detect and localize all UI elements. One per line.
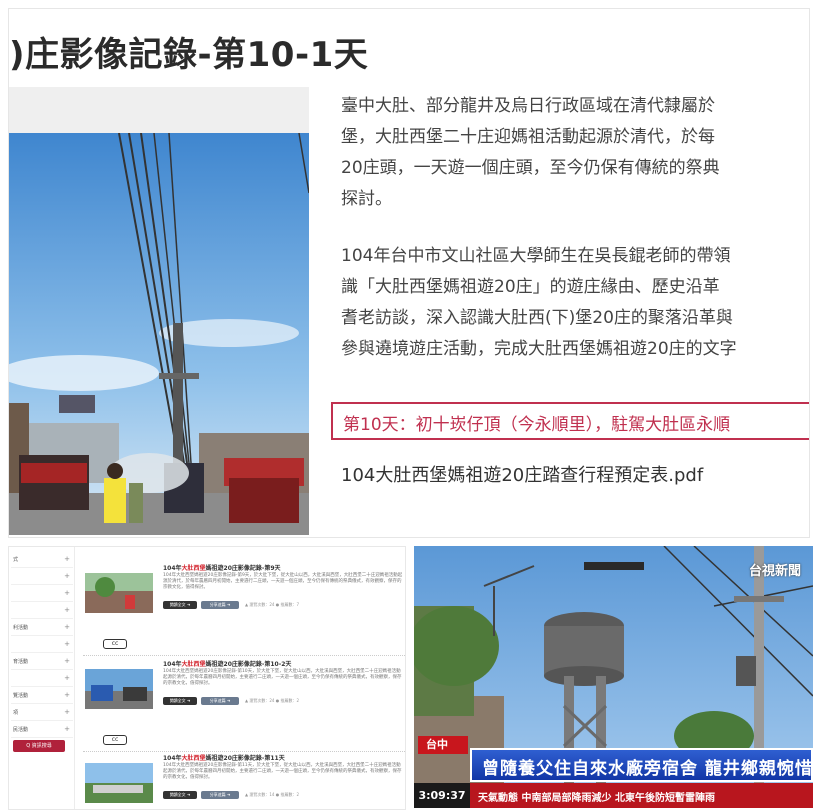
- paragraph2-line3: 耆老訪談，深入認識大肚西(下)堡20庄的聚落沿革與: [341, 308, 733, 328]
- paragraph1-line4: 探討。: [341, 189, 392, 209]
- article-screenshot-panel: )庄影像記錄-第10-1天 臺中大肚、部分龍井及烏日行政區域在清代隸屬於 堡，大…: [8, 8, 810, 538]
- list-item: cc 104年大肚西堡媽祖遊20庄影像記錄-第9天 104年大肚西堡媽祖遊20庄…: [83, 561, 405, 656]
- plus-icon: +: [64, 572, 70, 580]
- sidebar-item[interactable]: 民活動 +: [11, 721, 73, 738]
- article-body: 臺中大肚、部分龍井及烏日行政區域在清代隸屬於 堡，大肚西堡二十庄迎媽祖活動起源於…: [341, 91, 809, 365]
- read-more-button[interactable]: 閱讀全文 ➜: [163, 697, 197, 705]
- headline-background: 曾隨養父住自來水廠旁宿舍 龍井鄉親惋惜: [472, 750, 813, 780]
- sidebar-item[interactable]: +: [11, 670, 73, 687]
- entry-title[interactable]: 104年大肚西堡媽祖遊20庄影像記錄-第9天: [163, 563, 281, 572]
- entry-summary: 104年大肚西堡媽祖遊20庄影像記錄-第10天，於大肚下堡，從大肚山以西，大肚溪…: [163, 669, 402, 686]
- share-button[interactable]: 分享這篇 ➜: [201, 601, 239, 609]
- thumbnail-image: [85, 573, 153, 613]
- news-ticker: 3:09:37 天氣動態 中南部局部降雨減少 北東午後防短暫雷陣雨: [414, 783, 813, 808]
- sidebar-item[interactable]: +: [11, 585, 73, 602]
- article-list-screenshot: 式 + + + + 利活動 + + 育活動 + + 覽活動 + 項 + 民活動 + Q 資訊…: [8, 546, 406, 810]
- plus-icon: +: [64, 691, 70, 699]
- article-title: )庄影像記錄-第10-1天: [9, 35, 369, 75]
- article-photo[interactable]: [9, 133, 309, 535]
- news-headline: 曾隨養父住自來水廠旁宿舍 龍井鄉親惋惜: [482, 759, 813, 779]
- ticker-text: 天氣動態 中南部局部降雨減少 北東午後防短暫雷陣雨: [478, 793, 715, 804]
- plus-icon: +: [64, 640, 70, 648]
- share-button[interactable]: 分享這篇 ➜: [201, 791, 239, 799]
- entry-meta: ▲ 瀏覽次數：24 ● 推薦數：2: [245, 698, 300, 703]
- entry-thumbnail[interactable]: [85, 573, 153, 613]
- plus-icon: +: [64, 725, 70, 733]
- paragraph1-line1: 臺中大肚、部分龍井及烏日行政區域在清代隸屬於: [341, 96, 715, 116]
- sidebar-item[interactable]: +: [11, 568, 73, 585]
- search-button[interactable]: Q 資訊搜尋: [13, 740, 65, 752]
- sidebar-item-label: 式: [13, 557, 19, 563]
- sidebar-item[interactable]: 育活動 +: [11, 653, 73, 670]
- sidebar-item-label: 項: [13, 710, 19, 716]
- paragraph2-line4: 參與遶境遊庄活動，完成大肚西堡媽祖遊20庄的文字: [341, 339, 737, 359]
- title-suffix: 媽祖遊20庄影像記錄-第9天: [205, 565, 281, 572]
- read-more-button[interactable]: 閱讀全文 ➜: [163, 601, 197, 609]
- sidebar-item[interactable]: +: [11, 602, 73, 619]
- channel-logo: 台視新聞: [748, 564, 801, 579]
- highlight-callout: 第10天：初十崁仔頂（今永順里），駐駕大肚區永順: [331, 402, 809, 440]
- share-button[interactable]: 分享這篇 ➜: [201, 697, 239, 705]
- paragraph1-line3: 20庄頭，一天遊一個庄頭，至今仍保有傳統的祭典: [341, 158, 720, 178]
- entry-meta: ▲ 瀏覽次數：14 ● 推薦數：2: [245, 792, 300, 797]
- news-broadcast-screenshot: 台視新聞 台中 曾隨養父住自來水廠旁宿舍 龍井鄉親惋惜 3:09:37 天氣動態…: [414, 546, 813, 808]
- title-highlight: 大肚西堡: [181, 755, 206, 762]
- highlight-text: 第10天：初十崁仔頂（今永順里），駐駕大肚區永順: [343, 415, 731, 435]
- sidebar-menu: 式 + + + + 利活動 + + 育活動 + + 覽活動 + 項 + 民活動 + Q 資訊…: [9, 547, 75, 809]
- plus-icon: +: [64, 589, 70, 597]
- plus-icon: +: [64, 708, 70, 716]
- entry-thumbnail[interactable]: [85, 763, 153, 803]
- list-item: 104年大肚西堡媽祖遊20庄影像記錄-第11天 104年大肚西堡媽祖遊20庄影像…: [83, 751, 405, 809]
- title-highlight: 大肚西堡: [181, 565, 206, 572]
- sidebar-item[interactable]: +: [11, 636, 73, 653]
- title-prefix: 104年: [163, 661, 182, 668]
- title-suffix: 媽祖遊20庄影像記錄-第10-2天: [205, 661, 292, 668]
- entry-thumbnail[interactable]: [85, 669, 153, 709]
- video-header-bar: [9, 87, 309, 133]
- title-prefix: 104年: [163, 565, 182, 572]
- entry-title[interactable]: 104年大肚西堡媽祖遊20庄影像記錄-第11天: [163, 753, 285, 762]
- cc-license-icon: cc: [103, 735, 127, 745]
- title-suffix: 媽祖遊20庄影像記錄-第11天: [205, 755, 285, 762]
- sidebar-item[interactable]: 覽活動 +: [11, 687, 73, 704]
- pdf-attachment-link[interactable]: 104大肚西堡媽祖遊20庄踏查行程預定表.pdf: [341, 461, 703, 487]
- sidebar-item[interactable]: 項 +: [11, 704, 73, 721]
- sidebar-item[interactable]: 利活動 +: [11, 619, 73, 636]
- entry-title[interactable]: 104年大肚西堡媽祖遊20庄影像記錄-第10-2天: [163, 659, 291, 668]
- thumbnail-image: [85, 763, 153, 803]
- entry-meta: ▲ 瀏覽次數：24 ● 推薦數：7: [245, 602, 300, 607]
- plus-icon: +: [64, 606, 70, 614]
- sidebar-item-label: 覽活動: [13, 693, 29, 699]
- divider: [83, 655, 405, 656]
- street-photo-image: [9, 133, 309, 535]
- sidebar-item[interactable]: 式 +: [11, 551, 73, 568]
- plus-icon: +: [64, 657, 70, 665]
- location-tag: 台中: [418, 736, 468, 754]
- cc-license-icon: cc: [103, 639, 127, 649]
- paragraph2-line2: 識「大肚西堡媽祖遊20庄」的遊庄緣由、歷史沿革: [341, 277, 720, 297]
- sidebar-item-label: 育活動: [13, 659, 29, 665]
- entry-summary: 104年大肚西堡媽祖遊20庄影像記錄-第9天，於大肚下堡，從大肚山以西，大肚溪與…: [163, 573, 403, 590]
- thumbnail-image: [85, 669, 153, 709]
- broadcast-clock: 3:09:37: [414, 783, 470, 808]
- title-prefix: 104年: [163, 755, 182, 762]
- paragraph1-line2: 堡，大肚西堡二十庄迎媽祖活動起源於清代，於每: [341, 127, 715, 147]
- title-highlight: 大肚西堡: [181, 661, 206, 668]
- headline-banner: 曾隨養父住自來水廠旁宿舍 龍井鄉親惋惜: [470, 748, 813, 782]
- entry-summary: 104年大肚西堡媽祖遊20庄影像記錄-第11天，於大肚下堡，從大肚山以西，大肚溪…: [163, 763, 402, 780]
- list-item: cc 104年大肚西堡媽祖遊20庄影像記錄-第10-2天 104年大肚西堡媽祖遊…: [83, 657, 405, 752]
- plus-icon: +: [64, 555, 70, 563]
- broadcast-info-bar: [584, 562, 644, 570]
- plus-icon: +: [64, 674, 70, 682]
- plus-icon: +: [64, 623, 70, 631]
- paragraph2-line1: 104年台中市文山社區大學師生在吳長錕老師的帶領: [341, 246, 731, 266]
- sidebar-item-label: 利活動: [13, 625, 29, 631]
- sidebar-item-label: 民活動: [13, 727, 29, 733]
- read-more-button[interactable]: 閱讀全文 ➜: [163, 791, 197, 799]
